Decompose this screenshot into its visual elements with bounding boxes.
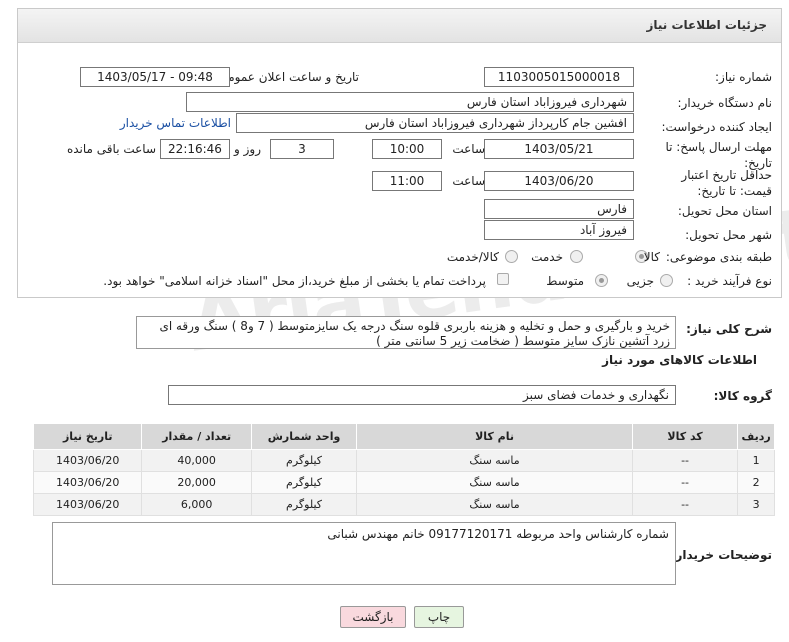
cell-name: ماسه سنگ [356, 493, 633, 516]
validity-date-field: 1403/06/20 [484, 171, 634, 191]
validity-time-label: ساعت [452, 174, 485, 188]
goods-section-title: اطلاعات کالاهای مورد نیاز [602, 353, 757, 367]
cell-date: 1403/06/20 [32, 493, 143, 516]
cell-code: -- [631, 449, 739, 472]
purchase-small-label: جزیی [626, 274, 654, 288]
deadline-time-field: 10:00 [372, 139, 442, 159]
deadline-date-field: 1403/05/21 [484, 139, 634, 159]
table-header-row: ردیف کد کالا نام کالا واحد شمارش تعداد /… [32, 423, 775, 450]
cell-date: 1403/06/20 [32, 449, 143, 472]
col-date: تاریخ نیاز [32, 423, 143, 450]
col-code: کد کالا [631, 423, 739, 450]
table-row: 1 -- ماسه سنگ کیلوگرم 40,000 1403/06/20 [32, 449, 775, 472]
need-number-label: شماره نیاز: [715, 70, 772, 84]
announce-label: تاریخ و ساعت اعلان عمومی: [214, 70, 359, 84]
cell-row: 1 [737, 449, 775, 472]
items-table: ردیف کد کالا نام کالا واحد شمارش تعداد /… [32, 423, 775, 516]
goods-group-field: نگهداری و خدمات فضای سبز [168, 385, 676, 405]
validity-label: حداقل تاریخ اعتبار قیمت: تا تاریخ: [681, 168, 772, 198]
category-label: طبقه بندی موضوعی: [665, 250, 772, 264]
requester-label: ایجاد کننده درخواست: [661, 120, 772, 134]
category-goods-service-radio[interactable] [505, 250, 518, 263]
buyer-notes-textarea: شماره کارشناس واحد مربوطه 09177120171 خا… [52, 522, 676, 585]
requester-field: افشین جام کارپرداز شهرداری فیروزاباد است… [236, 113, 634, 133]
panel-title: جزئیات اطلاعات نیاز [18, 9, 781, 43]
announce-field: 1403/05/17 - 09:48 [80, 67, 230, 87]
buyer-notes-label: توضیحات خریدار: [670, 548, 772, 562]
cell-date: 1403/06/20 [32, 471, 143, 494]
cell-qty: 40,000 [141, 449, 252, 472]
treasury-payment-note: پرداخت تمام یا بخشی از مبلغ خرید،از محل … [103, 274, 486, 288]
category-goods-service-label: کالا/خدمت [446, 250, 499, 264]
goods-group-label: گروه کالا: [713, 389, 772, 403]
purchase-medium-radio[interactable] [595, 274, 608, 287]
cell-row: 2 [737, 471, 775, 494]
need-number-field: 1103005015000018 [484, 67, 634, 87]
col-qty: تعداد / مقدار [141, 423, 252, 450]
purchase-medium-label: متوسط [546, 274, 584, 288]
cell-unit: کیلوگرم [250, 471, 358, 494]
cell-unit: کیلوگرم [250, 449, 358, 472]
category-service-label: خدمت [531, 250, 563, 264]
print-button[interactable]: چاپ [414, 606, 464, 628]
validity-time-field: 11:00 [372, 171, 442, 191]
buyer-org-label: نام دستگاه خریدار: [677, 96, 773, 110]
province-label: استان محل تحویل: [677, 204, 772, 218]
cell-code: -- [631, 493, 739, 516]
table-row: 3 -- ماسه سنگ کیلوگرم 6,000 1403/06/20 [32, 493, 775, 516]
cell-name: ماسه سنگ [356, 471, 633, 494]
cell-row: 3 [737, 493, 775, 516]
days-field: 3 [270, 139, 334, 159]
treasury-payment-checkbox[interactable] [497, 273, 509, 285]
col-row: ردیف [737, 423, 775, 450]
remaining-time-field: 22:16:46 [160, 139, 230, 159]
cell-code: -- [631, 471, 739, 494]
col-name: نام کالا [356, 423, 633, 450]
buyer-org-field: شهرداری فیروزاباد استان فارس [186, 92, 634, 112]
category-service-radio[interactable] [570, 250, 583, 263]
cell-qty: 20,000 [141, 471, 252, 494]
cell-name: ماسه سنگ [356, 449, 633, 472]
city-label: شهر محل تحویل: [685, 228, 772, 242]
col-unit: واحد شمارش [250, 423, 358, 450]
province-field: فارس [484, 199, 634, 219]
description-textarea: خرید و بارگیری و حمل و تخلیه و هزینه بار… [136, 316, 676, 349]
back-button[interactable]: بازگشت [340, 606, 406, 628]
remaining-label: ساعت باقی مانده [66, 142, 156, 156]
purchase-type-label: نوع فرآیند خرید : [687, 274, 772, 288]
cell-qty: 6,000 [141, 493, 252, 516]
city-field: فیروز آباد [484, 220, 634, 240]
days-label: روز و [234, 142, 261, 156]
category-goods-label: کالا [643, 250, 660, 264]
table-row: 2 -- ماسه سنگ کیلوگرم 20,000 1403/06/20 [32, 471, 775, 494]
deadline-time-label: ساعت [452, 142, 485, 156]
contact-info-link[interactable]: اطلاعات تماس خریدار [120, 116, 231, 130]
description-label: شرح کلی نیاز: [686, 322, 772, 336]
purchase-small-radio[interactable] [660, 274, 673, 287]
cell-unit: کیلوگرم [250, 493, 358, 516]
